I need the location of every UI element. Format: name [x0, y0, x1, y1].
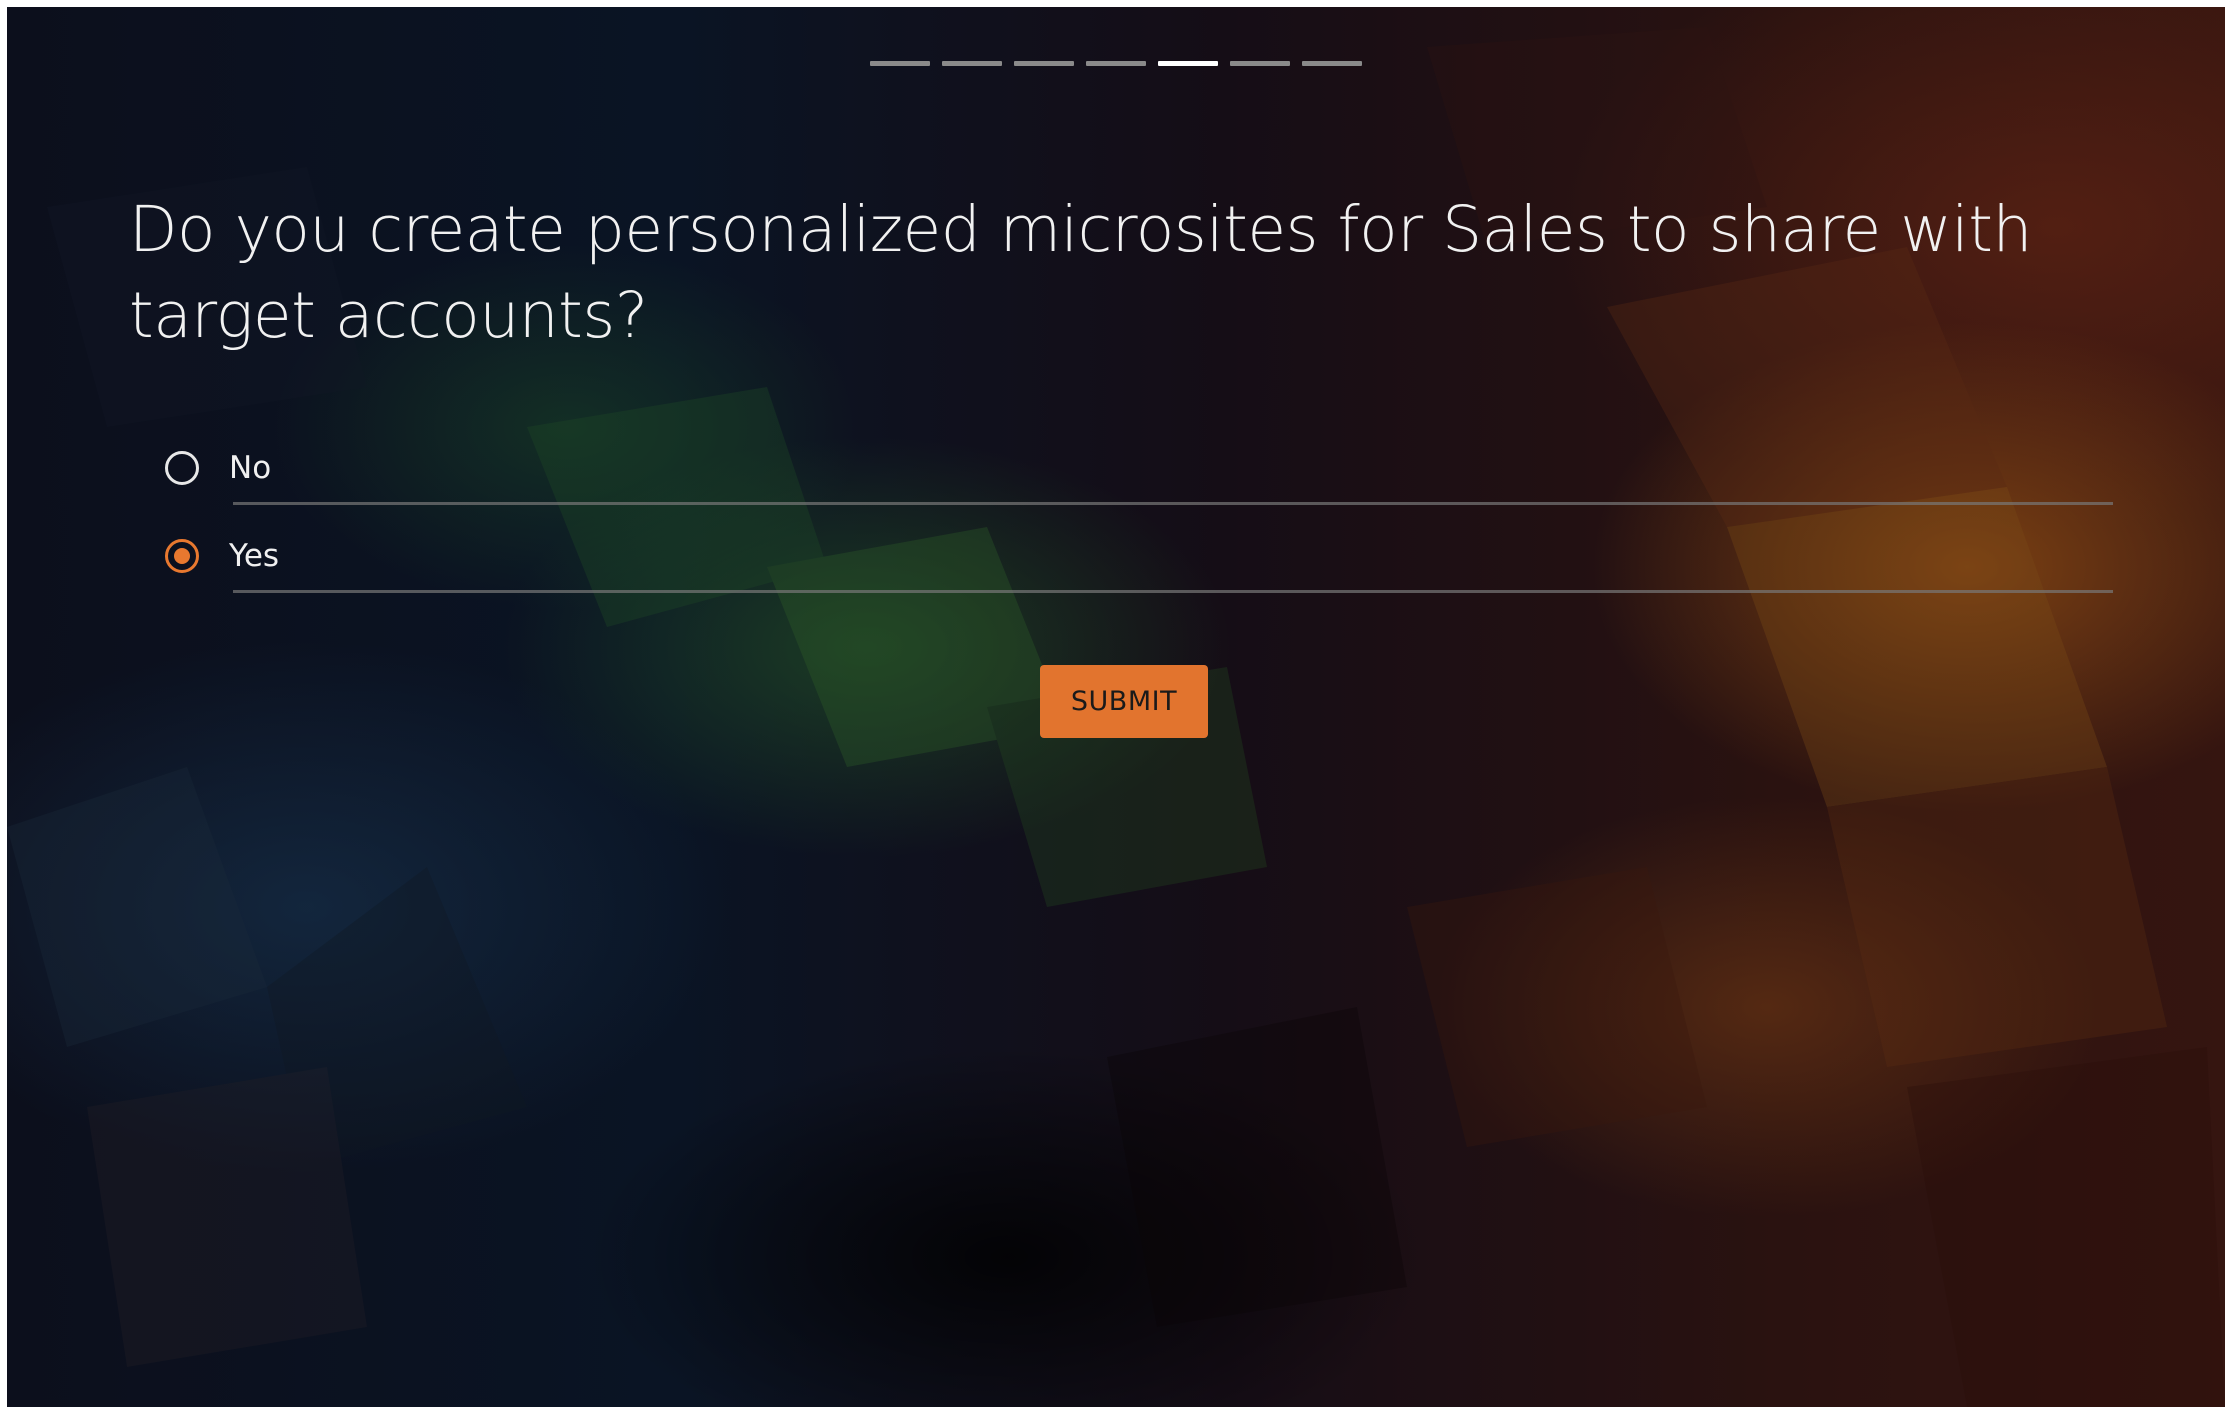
radio-unchecked-icon[interactable]: [165, 451, 199, 485]
progress-step: [1302, 61, 1362, 66]
progress-step: [942, 61, 1002, 66]
submit-button[interactable]: SUBMIT: [1040, 665, 1208, 738]
progress-step: [1086, 61, 1146, 66]
question-text: Do you create personalized microsites fo…: [129, 193, 2032, 352]
radio-checked-icon[interactable]: [165, 539, 199, 573]
progress-step: [1230, 61, 1290, 66]
option-divider: [233, 590, 2113, 593]
survey-panel: Do you create personalized microsites fo…: [7, 7, 2225, 1407]
option-divider: [233, 502, 2113, 505]
option-label: No: [229, 450, 272, 486]
option-label: Yes: [229, 538, 280, 574]
progress-step: [870, 61, 930, 66]
option-no[interactable]: No: [165, 425, 2105, 511]
option-yes[interactable]: Yes: [165, 513, 2105, 599]
progress-step: [1014, 61, 1074, 66]
progress-step-current: [1158, 61, 1218, 66]
progress-indicator: [870, 61, 1362, 66]
